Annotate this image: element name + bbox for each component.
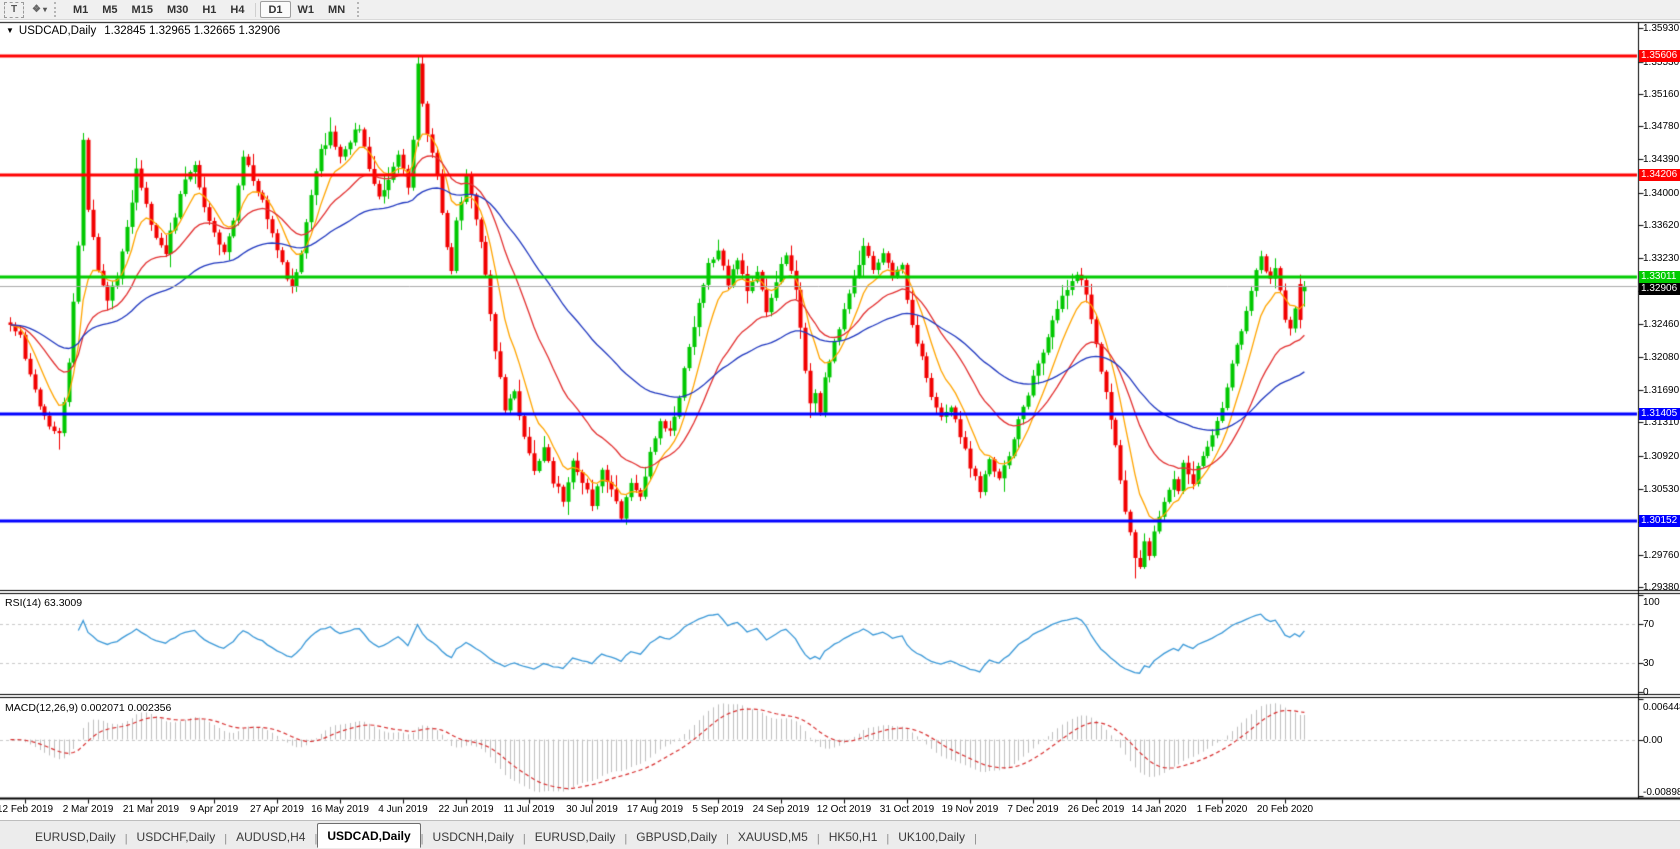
chart-tab-eurusd-daily[interactable]: EURUSD,Daily (526, 826, 625, 847)
panel-divider[interactable] (0, 589, 1680, 594)
chart-tab-bar: EURUSD,Daily | USDCHF,Daily | AUDUSD,H4 | USDC… (0, 820, 1680, 849)
price-chart-canvas[interactable] (0, 0, 1680, 848)
date-tick-label: 21 Mar 2019 (122, 804, 180, 815)
price-tick-label: 1.32460 (1643, 319, 1680, 331)
date-tick-label: 16 May 2019 (311, 804, 369, 815)
chart-tab-gbpusd-daily[interactable]: GBPUSD,Daily (627, 826, 726, 847)
price-tick-label: 1.33230 (1643, 253, 1680, 265)
date-tick-label: 17 Aug 2019 (626, 804, 684, 815)
date-tick-label: 12 Oct 2019 (816, 804, 872, 815)
toolbar-drag-handle[interactable] (53, 2, 61, 17)
text-label-tool-button[interactable]: T (4, 1, 24, 18)
timeframe-button-m1[interactable]: M1 (66, 2, 95, 17)
level-price-tag: 1.33011 (1639, 271, 1680, 284)
price-tick-label: 1.35930 (1643, 23, 1680, 34)
date-tick-label: 14 Jan 2020 (1131, 804, 1187, 815)
chart-ohlc-values: 1.32845 1.32965 1.32665 1.32906 (104, 25, 281, 37)
chart-tab-hk50-h1[interactable]: HK50,H1 (820, 826, 887, 847)
price-tick-label: 1.34390 (1643, 154, 1680, 166)
toolbar-separator (255, 2, 257, 17)
date-tick-label: 9 Apr 2019 (189, 804, 239, 815)
current-price-tag: 1.32906 (1639, 283, 1680, 296)
timeframe-button-m5[interactable]: M5 (95, 2, 124, 17)
chart-title: ▼ USDCAD,Daily 1.32845 1.32965 1.32665 1.3… (6, 25, 280, 37)
date-tick-label: 31 Oct 2019 (879, 804, 935, 815)
price-tick-label: 1.30530 (1643, 483, 1680, 495)
timeframe-button-group: M1 M5 M15 M30 H1 H4 D1 W1 MN (66, 1, 352, 18)
macd-tick-label: 0.00 (1643, 734, 1663, 746)
chart-tab-usdcad-daily[interactable]: USDCAD,Daily (317, 823, 421, 848)
level-price-tag: 1.31405 (1639, 408, 1680, 421)
chart-tab-usdchf-daily[interactable]: USDCHF,Daily (128, 826, 225, 847)
date-tick-label: 2 Mar 2019 (62, 804, 114, 815)
timeframe-button-m15[interactable]: M15 (125, 2, 160, 17)
date-tick-label: 24 Sep 2019 (752, 804, 810, 815)
macd-tick-label: 0.006448 (1643, 702, 1680, 713)
rsi-tick-label: 70 (1643, 619, 1655, 631)
date-tick-label: 7 Dec 2019 (1007, 804, 1059, 815)
chevron-down-icon: ▾ (42, 5, 47, 14)
chart-tab-eurusd-daily[interactable]: EURUSD,Daily (26, 826, 125, 847)
timeframe-button-h4[interactable]: H4 (223, 2, 251, 17)
timeframe-button-mn[interactable]: MN (321, 2, 352, 17)
price-tick-label: 1.32080 (1643, 351, 1680, 363)
tab-separator: | (973, 833, 977, 845)
rsi-tick-label: 100 (1643, 597, 1660, 608)
time-axis[interactable]: 12 Feb 2019 2 Mar 2019 21 Mar 2019 9 Apr 20… (0, 800, 1680, 820)
chart-symbol-label: USDCAD,Daily (18, 25, 97, 37)
date-tick-label: 11 Jul 2019 (503, 804, 555, 815)
price-tick-label: 1.30920 (1643, 450, 1680, 462)
price-tick-label: 1.34780 (1643, 121, 1680, 133)
date-tick-label: 20 Feb 2020 (1256, 804, 1314, 815)
date-tick-label: 5 Sep 2019 (692, 804, 744, 815)
chart-tab-usdcnh-daily[interactable]: USDCNH,Daily (424, 826, 523, 847)
date-tick-label: 22 Jun 2019 (438, 804, 494, 815)
date-tick-label: 27 Apr 2019 (250, 804, 304, 815)
price-tick-label: 1.31690 (1643, 384, 1680, 396)
date-tick-label: 30 Jul 2019 (566, 804, 618, 815)
chart-tab-audusd-h4[interactable]: AUDUSD,H4 (227, 826, 314, 847)
macd-indicator-label: MACD(12,26,9) 0.002071 0.002356 (5, 702, 172, 714)
macd-tick-label: -0.008982 (1643, 787, 1680, 798)
timeframe-button-h1[interactable]: H1 (195, 2, 223, 17)
trading-terminal: T ❖ ▾ M1 M5 M15 M30 H1 H4 D1 W1 MN ▼ USDCAD,Daily… (0, 0, 1680, 849)
chart-tab-xauusd-m5[interactable]: XAUUSD,M5 (729, 826, 817, 847)
panel-divider[interactable] (0, 693, 1680, 698)
timeframe-button-w1[interactable]: W1 (291, 2, 322, 17)
date-tick-label: 12 Feb 2019 (0, 804, 54, 815)
chart-menu-icon[interactable]: ▼ (6, 26, 14, 35)
level-price-tag: 1.35606 (1639, 49, 1680, 62)
timeframe-button-d1[interactable]: D1 (260, 1, 291, 18)
toolbar-drag-handle[interactable] (357, 2, 364, 17)
chart-tab-uk100-daily[interactable]: UK100,Daily (889, 826, 974, 847)
rsi-indicator-label: RSI(14) 63.3009 (5, 597, 83, 609)
price-tick-label: 1.29760 (1643, 549, 1680, 561)
price-tick-label: 1.34000 (1643, 187, 1680, 199)
level-price-tag: 1.30152 (1639, 515, 1680, 528)
timeframe-button-m30[interactable]: M30 (160, 2, 195, 17)
styler-icon: ❖ (32, 4, 41, 15)
date-tick-label: 1 Feb 2020 (1196, 804, 1248, 815)
toolbar: T ❖ ▾ M1 M5 M15 M30 H1 H4 D1 W1 MN (0, 0, 1680, 20)
styler-tool-button[interactable]: ❖ ▾ (30, 2, 49, 17)
level-price-tag: 1.34206 (1639, 169, 1680, 182)
date-tick-label: 19 Nov 2019 (941, 804, 999, 815)
price-tick-label: 1.33620 (1643, 220, 1680, 232)
date-tick-label: 26 Dec 2019 (1067, 804, 1125, 815)
rsi-tick-label: 30 (1643, 657, 1655, 669)
date-tick-label: 4 Jun 2019 (378, 804, 428, 815)
price-tick-label: 1.35160 (1643, 88, 1680, 100)
